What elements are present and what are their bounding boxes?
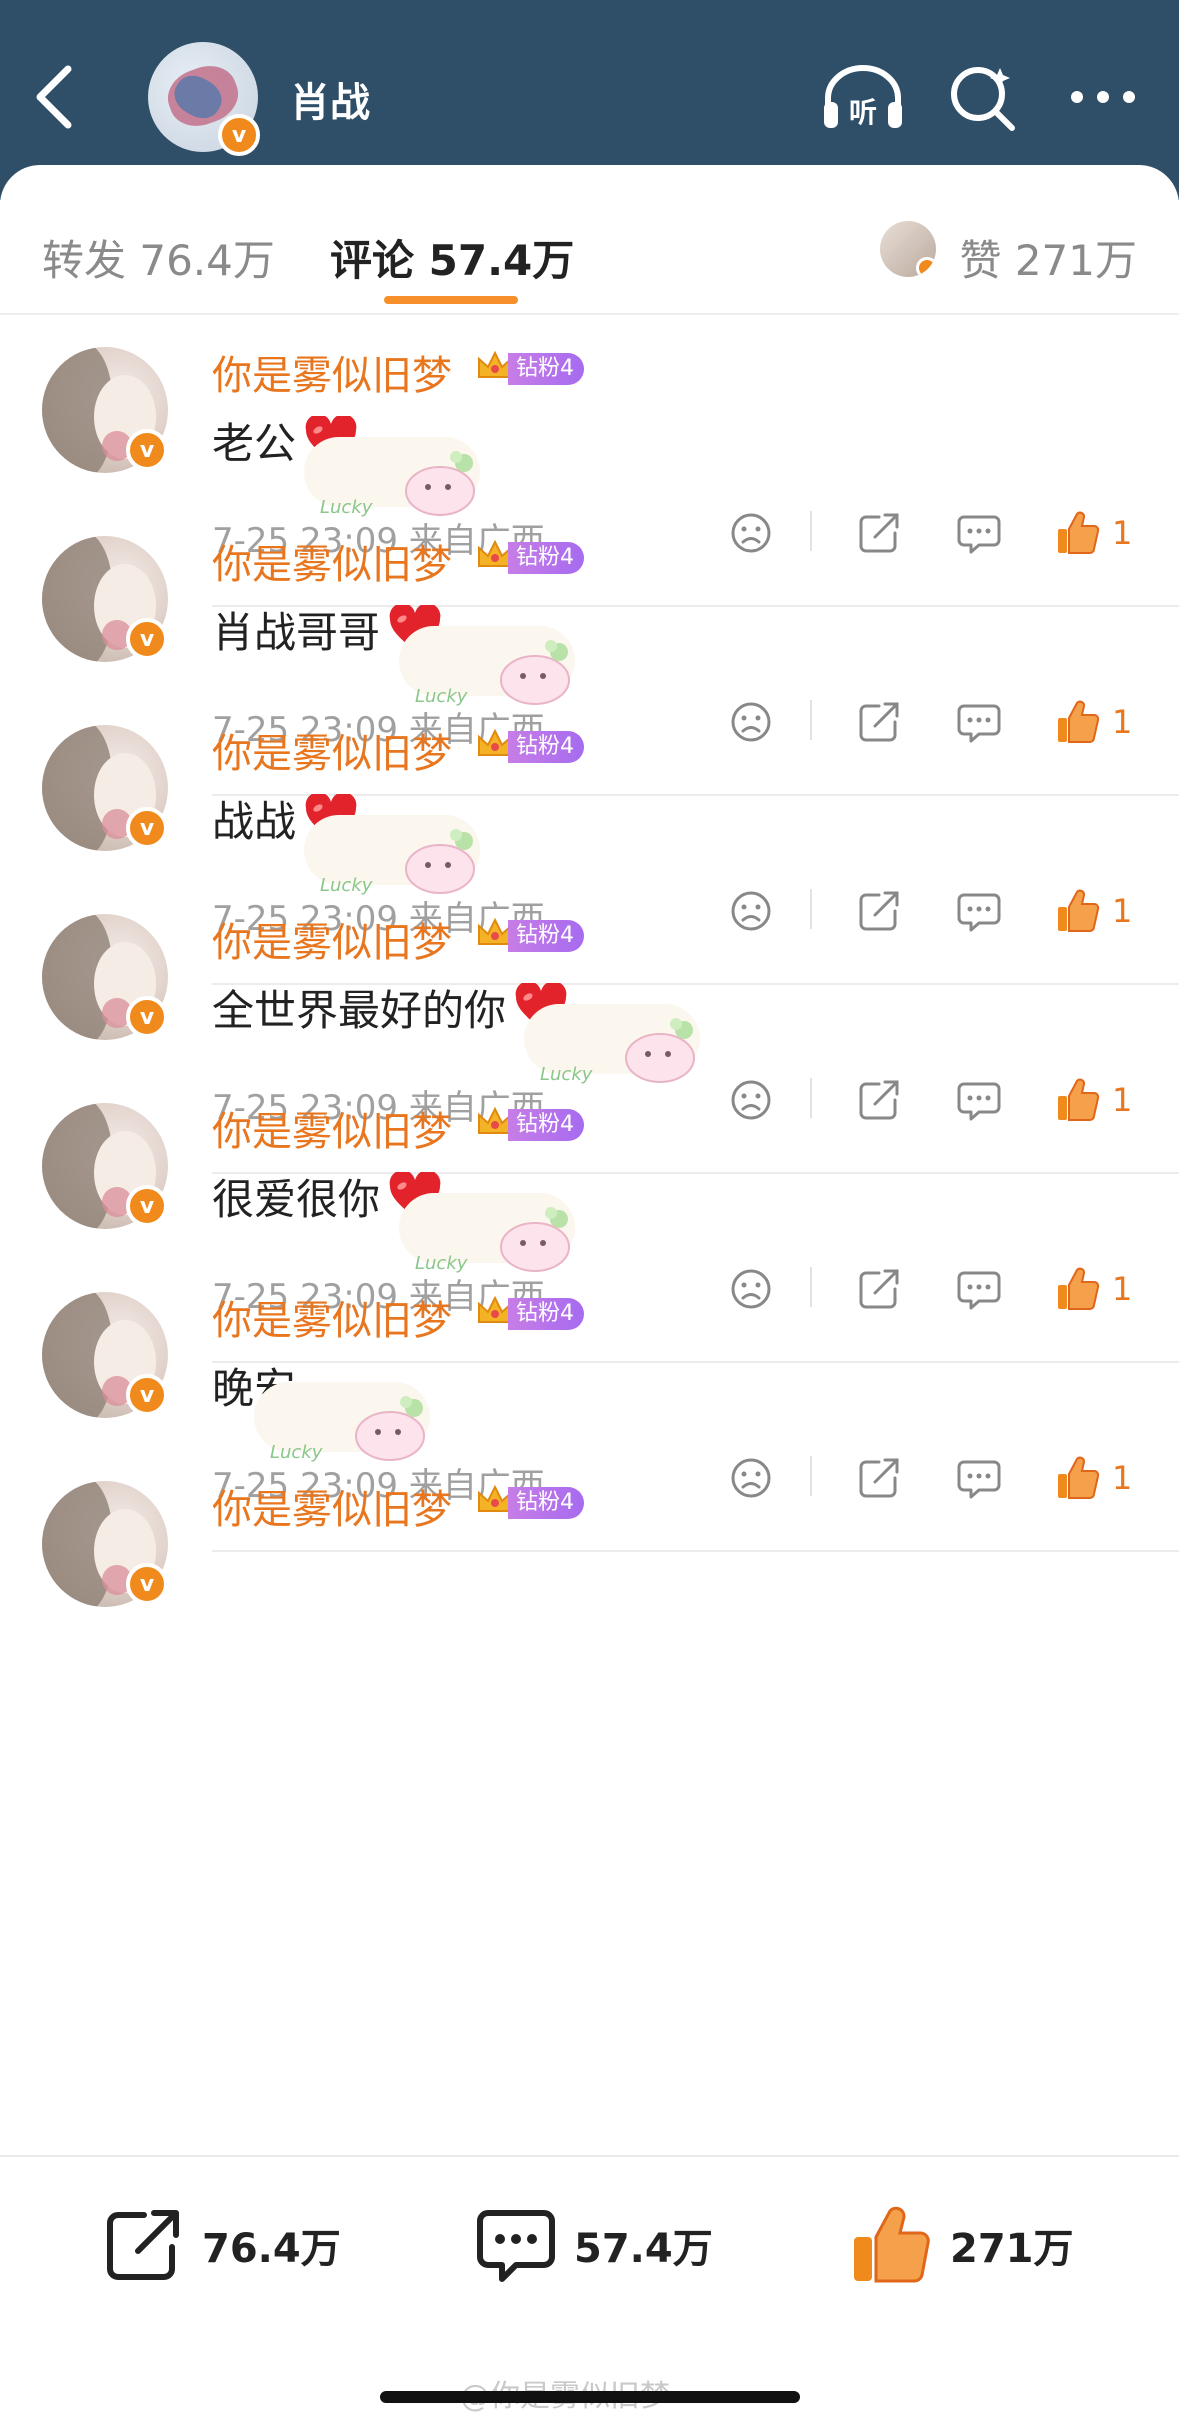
commenter-name[interactable]: 你是雾似旧梦 (212, 343, 452, 401)
listen-button[interactable]: 听 (820, 62, 906, 132)
tab-repost[interactable]: 转发 76.4万 (42, 227, 275, 288)
verified-badge-icon: v (126, 807, 168, 849)
headphones-icon: 听 (824, 65, 902, 129)
bottom-action-bar: 76.4万 57.4万 271万 @你是雾似旧梦 (0, 2155, 1179, 2421)
repost-count: 76.4万 (202, 2226, 341, 2272)
fan-level-badge: 钻粉4 (508, 542, 584, 574)
fan-level-badge: 钻粉4 (508, 353, 584, 385)
search-button[interactable] (948, 62, 1018, 132)
fan-level-badge: 钻粉4 (508, 1109, 584, 1141)
comment-text: 战战 (212, 796, 297, 846)
verified-badge-icon: v (126, 1185, 168, 1227)
commenter-name[interactable]: 你是雾似旧梦 (212, 910, 452, 968)
commenter-name[interactable]: 你是雾似旧梦 (212, 1477, 452, 1535)
share-icon (107, 2210, 179, 2280)
comment-count: 57.4万 (574, 2226, 713, 2272)
fan-level-badge: 钻粉4 (508, 731, 584, 763)
verified-badge-icon: v (126, 1374, 168, 1416)
like-count: 271万 (950, 2226, 1074, 2272)
back-button[interactable] (30, 62, 78, 132)
tab-bar: 转发 76.4万 评论 57.4万 赞 271万 (0, 165, 1179, 315)
comment-text: 全世界最好的你 (212, 985, 507, 1035)
listen-label: 听 (849, 96, 877, 129)
comment-text: 老公 (212, 418, 297, 468)
more-button[interactable] (1068, 80, 1138, 114)
repost-button[interactable]: 76.4万 (104, 2205, 341, 2285)
page-title: 肖战 (290, 80, 370, 126)
tab-likes[interactable]: 赞 271万 (959, 227, 1137, 288)
search-icon (951, 67, 1015, 131)
active-tab-indicator (384, 296, 518, 304)
comment-text: 肖战哥哥 (212, 607, 381, 657)
verified-badge-icon: v (218, 114, 260, 156)
verified-badge-icon: v (126, 996, 168, 1038)
liker-avatar (880, 221, 936, 277)
verified-badge-icon: v (126, 1563, 168, 1605)
home-indicator (380, 2391, 800, 2403)
more-horizontal-icon (1071, 91, 1135, 103)
commenter-name[interactable]: 你是雾似旧梦 (212, 1099, 452, 1157)
commenter-name[interactable]: 你是雾似旧梦 (212, 532, 452, 590)
chevron-left-icon (36, 65, 72, 129)
comment-button[interactable]: 57.4万 (476, 2205, 713, 2285)
comment-bubble-icon (477, 2210, 555, 2282)
fan-level-badge: 钻粉4 (508, 920, 584, 952)
verified-badge-icon: v (126, 429, 168, 471)
thumbs-up-icon (854, 2206, 930, 2283)
commenter-name[interactable]: 你是雾似旧梦 (212, 721, 452, 779)
comment-text: 很爱很你 (212, 1174, 381, 1224)
verified-badge-icon: v (126, 618, 168, 660)
fan-level-badge: 钻粉4 (508, 1487, 584, 1519)
commenter-name[interactable]: 你是雾似旧梦 (212, 1288, 452, 1346)
like-button[interactable]: 271万 (850, 2205, 1074, 2285)
fan-level-badge: 钻粉4 (508, 1298, 584, 1330)
comment-item[interactable]: v 你是雾似旧梦 钻粉4 (0, 1449, 1179, 1741)
